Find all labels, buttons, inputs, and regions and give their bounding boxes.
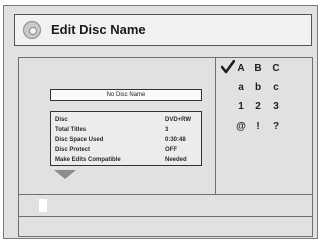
name-input-strip[interactable] [18, 195, 313, 217]
info-value: 0:30:48 [165, 137, 186, 143]
key-C[interactable]: C [269, 63, 283, 74]
key-3[interactable]: 3 [269, 101, 283, 112]
main-panel: No Disc Name Disc DVD+RW Total Titles 3 … [18, 57, 313, 195]
info-value: DVD+RW [165, 117, 192, 123]
info-label: Disc Space Used [55, 137, 104, 143]
key-2[interactable]: 2 [251, 101, 265, 112]
info-label: Make Edits Compatible [55, 157, 121, 163]
page-title: Edit Disc Name [51, 22, 146, 37]
disc-info-box: Disc DVD+RW Total Titles 3 Disc Space Us… [50, 111, 202, 166]
info-label: Disc Protect [55, 147, 91, 153]
info-value: 3 [165, 127, 169, 133]
key-B[interactable]: B [251, 63, 265, 74]
disc-name-field[interactable]: No Disc Name [50, 89, 202, 101]
bottom-strip [18, 217, 313, 237]
key-b[interactable]: b [251, 82, 265, 93]
info-row-make-edits-compatible: Make Edits Compatible Needed [55, 156, 199, 165]
key-at[interactable]: @ [234, 121, 248, 132]
key-a[interactable]: a [234, 82, 248, 93]
key-A[interactable]: A [234, 63, 248, 74]
header-bar: Edit Disc Name [14, 14, 312, 46]
key-question[interactable]: ? [269, 121, 283, 132]
disc-icon [23, 21, 41, 39]
info-value: OFF [165, 147, 177, 153]
character-keyboard: A B C a b c 1 2 3 @ ! ? [216, 58, 312, 194]
info-row-total-titles: Total Titles 3 [55, 126, 199, 135]
info-value: Needed [165, 157, 187, 163]
info-row-disc: Disc DVD+RW [55, 116, 199, 125]
text-cursor [39, 199, 47, 212]
info-label: Total Titles [55, 127, 87, 133]
key-exclamation[interactable]: ! [251, 121, 265, 132]
info-label: Disc [55, 117, 68, 123]
info-row-disc-space-used: Disc Space Used 0:30:48 [55, 136, 199, 145]
info-row-disc-protect: Disc Protect OFF [55, 146, 199, 155]
key-1[interactable]: 1 [234, 101, 248, 112]
down-arrow-icon[interactable] [54, 170, 76, 179]
checkmark-icon [221, 60, 235, 74]
disc-info-area: No Disc Name Disc DVD+RW Total Titles 3 … [19, 58, 215, 194]
key-c[interactable]: c [269, 82, 283, 93]
